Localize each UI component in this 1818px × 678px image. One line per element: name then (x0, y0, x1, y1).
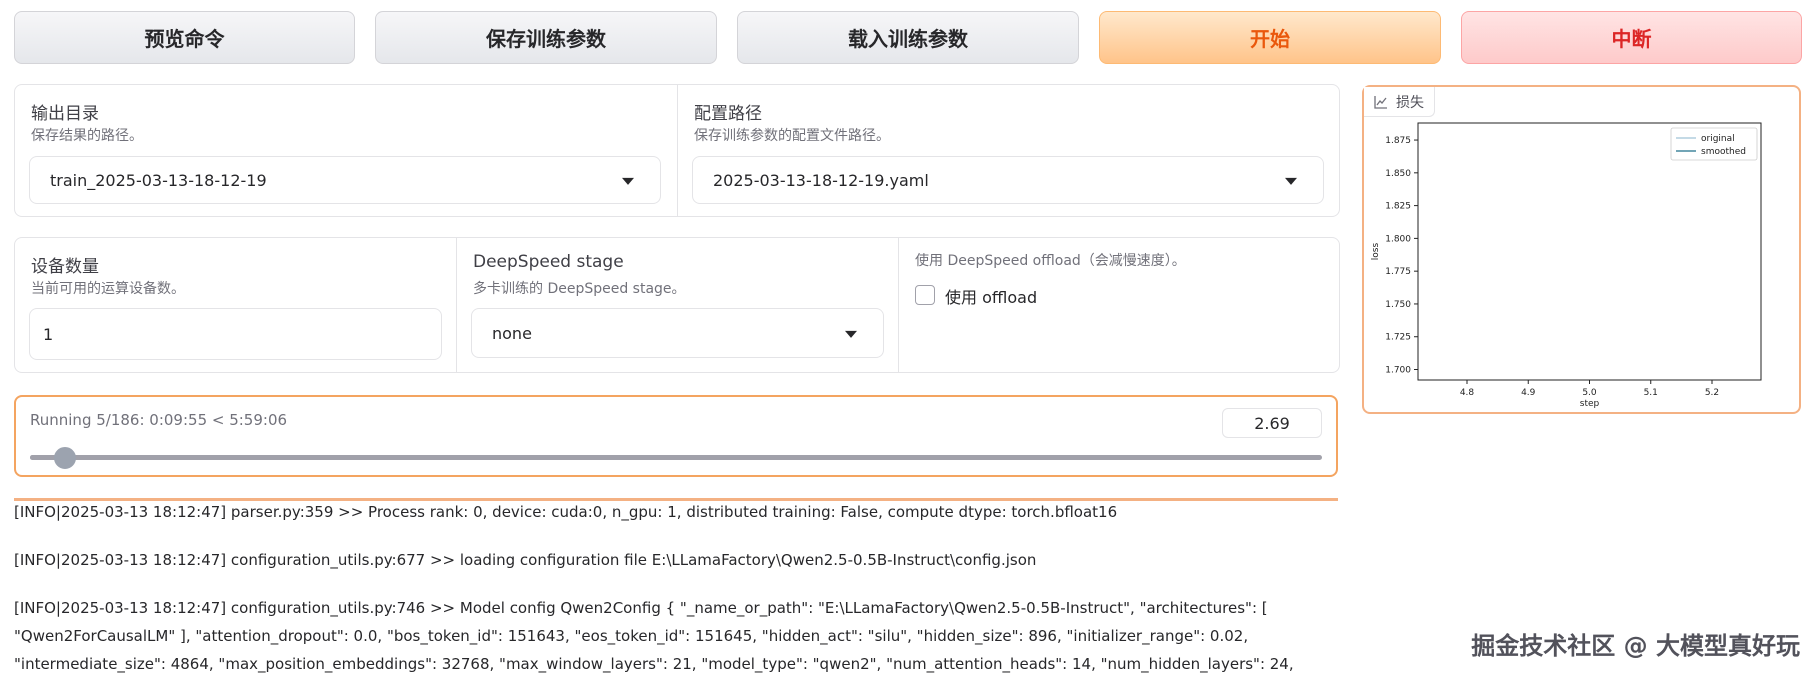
ds-offload-info: 使用 DeepSpeed offload（会减慢速度）。 (915, 253, 1186, 269)
config-path-label: 配置路径 (694, 104, 762, 124)
progress-status-text: Running 5/186: 0:09:55 < 5:59:06 (30, 411, 288, 429)
y-tick-label: 1.850 (1385, 169, 1411, 179)
ds-stage-dropdown[interactable]: none (471, 308, 884, 358)
start-button[interactable]: 开始 (1099, 11, 1441, 64)
watermark: 掘金技术社区 @ 大模型真好玩 (1471, 632, 1800, 660)
log-line: "intermediate_size": 4864, "max_position… (14, 655, 1294, 673)
legend-label: smoothed (1701, 147, 1746, 157)
config-path-dropdown[interactable]: 2025-03-13-18-12-19.yaml (692, 156, 1324, 204)
load-args-button[interactable]: 载入训练参数 (737, 11, 1079, 64)
y-tick-label: 1.875 (1385, 136, 1411, 146)
preview-command-button[interactable]: 预览命令 (14, 11, 355, 64)
chart-tag-label: 损失 (1396, 94, 1424, 111)
legend-label: original (1701, 134, 1735, 144)
chevron-down-icon (845, 330, 857, 338)
device-count-label: 设备数量 (31, 257, 99, 277)
chart-tag: 损失 (1364, 87, 1435, 117)
x-axis-label: step (1580, 399, 1600, 409)
save-args-button[interactable]: 保存训练参数 (375, 11, 717, 64)
log-line: [INFO|2025-03-13 18:12:47] configuration… (14, 551, 1037, 569)
output-dir-dropdown[interactable]: train_2025-03-13-18-12-19 (29, 156, 661, 204)
ds-stage-label: DeepSpeed stage (473, 252, 624, 272)
ds-stage-cell: DeepSpeed stage 多卡训练的 DeepSpeed stage。 n… (456, 238, 898, 372)
log-line: [INFO|2025-03-13 18:12:47] parser.py:359… (14, 503, 1118, 521)
config-path-cell: 配置路径 保存训练参数的配置文件路径。 2025-03-13-18-12-19.… (677, 85, 1339, 216)
x-tick-label: 5.2 (1705, 388, 1719, 398)
config-path-value: 2025-03-13-18-12-19.yaml (713, 170, 929, 190)
config-path-info: 保存训练参数的配置文件路径。 (694, 128, 890, 144)
x-tick-label: 5.0 (1582, 388, 1597, 398)
ds-stage-info: 多卡训练的 DeepSpeed stage。 (473, 281, 686, 297)
x-tick-label: 4.9 (1521, 388, 1536, 398)
output-dir-info: 保存结果的路径。 (31, 128, 143, 144)
y-tick-label: 1.800 (1385, 234, 1411, 244)
device-count-cell: 设备数量 当前可用的运算设备数。 1 (15, 238, 456, 372)
y-tick-label: 1.750 (1385, 300, 1411, 310)
chevron-down-icon (622, 177, 634, 185)
ds-offload-checkbox-label[interactable]: 使用 offload (945, 284, 1037, 308)
log-line: "Qwen2ForCausalLM" ], "attention_dropout… (14, 627, 1249, 645)
train-page: 预览命令 保存训练参数 载入训练参数 开始 中断 输出目录 保存结果的路径。 t… (0, 0, 1818, 678)
device-settings-panel: 设备数量 当前可用的运算设备数。 1 DeepSpeed stage 多卡训练的… (14, 237, 1340, 373)
loss-chart-panel: 4.8 4.9 5.0 5.1 5.2 1.700 1.725 1.750 1.775 1.800… (1362, 85, 1801, 414)
device-count-value: 1 (43, 324, 54, 344)
loss-chart: 4.8 4.9 5.0 5.1 5.2 1.700 1.725 1.750 1.775 1.800… (1371, 122, 1762, 409)
progress-slider[interactable] (30, 446, 1322, 469)
plot-frame (1417, 122, 1762, 381)
ds-offload-checkbox[interactable] (915, 285, 935, 305)
chart-icon (1374, 95, 1387, 109)
y-axis-label: loss (1371, 242, 1381, 260)
output-dir-cell: 输出目录 保存结果的路径。 train_2025-03-13-18-12-19 (15, 85, 677, 216)
y-tick-label: 1.775 (1385, 267, 1411, 277)
ds-stage-value: none (492, 323, 532, 343)
y-tick-label: 1.700 (1385, 366, 1411, 376)
x-tick-label: 5.1 (1644, 388, 1658, 398)
output-settings-panel: 输出目录 保存结果的路径。 train_2025-03-13-18-12-19 … (14, 84, 1340, 217)
progress-slider-thumb[interactable] (53, 446, 76, 469)
chevron-down-icon (1285, 177, 1297, 185)
output-dir-value: train_2025-03-13-18-12-19 (50, 170, 267, 190)
y-tick-label: 1.825 (1385, 202, 1411, 212)
y-tick-label: 1.725 (1385, 333, 1411, 343)
device-count-input[interactable]: 1 (29, 308, 442, 360)
progress-value-input[interactable]: 2.69 (1222, 408, 1322, 438)
output-divider (14, 498, 1338, 501)
training-progress: Running 5/186: 0:09:55 < 5:59:06 2.69 (14, 395, 1338, 477)
ds-offload-cell: 使用 DeepSpeed offload（会减慢速度）。 使用 offload (898, 238, 1339, 372)
log-line: [INFO|2025-03-13 18:12:47] configuration… (14, 599, 1268, 617)
device-count-info: 当前可用的运算设备数。 (31, 281, 185, 297)
x-tick-label: 4.8 (1460, 388, 1475, 398)
abort-button[interactable]: 中断 (1461, 11, 1802, 64)
output-dir-label: 输出目录 (31, 104, 99, 124)
